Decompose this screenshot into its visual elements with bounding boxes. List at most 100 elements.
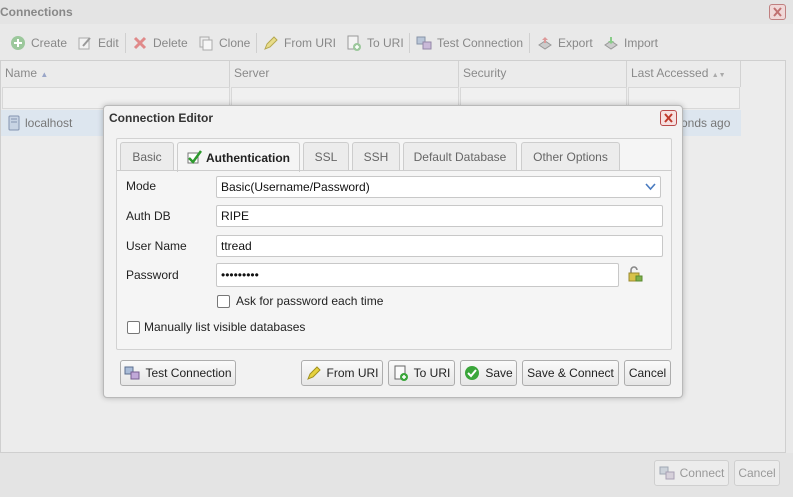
column-header-name[interactable]: Name ▲: [1, 61, 230, 87]
column-last-accessed-label: Last Accessed: [631, 66, 709, 80]
connection-editor-dialog: Connection Editor Basic Authentication S…: [103, 105, 683, 398]
network-test-icon: [416, 36, 432, 50]
sort-ascending-icon: ▲: [40, 70, 49, 79]
export-icon: [538, 37, 552, 50]
to-uri-button[interactable]: To URI: [346, 28, 404, 58]
user-name-input[interactable]: [216, 235, 663, 257]
column-header-last-accessed[interactable]: Last Accessed ▲▼: [627, 61, 741, 87]
dialog-cancel-button[interactable]: Cancel: [624, 360, 671, 386]
window-footer: Connect Cancel: [0, 453, 793, 497]
plus-circle-icon: [11, 36, 25, 50]
auth-db-input[interactable]: [216, 205, 663, 227]
column-header-security[interactable]: Security: [459, 61, 627, 87]
manual-list-checkbox[interactable]: [127, 321, 140, 334]
uri-pencil-icon: [306, 366, 321, 380]
column-header-server[interactable]: Server: [230, 61, 459, 87]
lock-icon: [628, 266, 643, 282]
connect-icon: [659, 466, 675, 480]
mode-select[interactable]: Basic(Username/Password): [216, 176, 661, 198]
import-label: Import: [624, 36, 659, 50]
from-uri-label: From URI: [284, 36, 336, 50]
tab-authentication-label: Authentication: [206, 150, 290, 165]
window-close-button[interactable]: [769, 4, 786, 20]
import-icon: [604, 37, 618, 50]
mode-label: Mode: [126, 179, 157, 193]
checkmark-icon: [187, 150, 202, 164]
chevron-down-icon: [645, 183, 656, 191]
ask-password-label: Ask for password each time: [236, 294, 384, 308]
window-cancel-label: Cancel: [738, 466, 776, 480]
window-title-bar: Connections: [0, 0, 793, 24]
edit-label: Edit: [98, 36, 119, 50]
connect-button[interactable]: Connect: [654, 460, 729, 486]
row-last-accessed: onds ago: [681, 116, 731, 130]
import-button[interactable]: Import: [603, 28, 658, 58]
check-circle-icon: [465, 366, 480, 380]
tab-ssl-label: SSL: [314, 149, 338, 164]
toolbar-divider: [409, 33, 410, 53]
unlock-password-button[interactable]: [627, 266, 643, 283]
password-value: •••••••••: [221, 268, 259, 282]
window-cancel-button[interactable]: Cancel: [734, 460, 780, 486]
close-icon: [664, 113, 673, 123]
ask-password-checkbox[interactable]: [217, 295, 230, 308]
create-button[interactable]: Create: [10, 28, 67, 58]
edit-button[interactable]: Edit: [77, 28, 119, 58]
password-input[interactable]: •••••••••: [216, 263, 619, 287]
tab-ssh-label: SSH: [363, 149, 389, 164]
clone-label: Clone: [219, 36, 251, 50]
user-name-label: User Name: [126, 239, 187, 253]
auth-db-label: Auth DB: [126, 209, 171, 223]
delete-x-icon: [133, 36, 147, 50]
tab-basic[interactable]: Basic: [120, 142, 174, 170]
export-label: Export: [558, 36, 593, 50]
column-security-label: Security: [463, 66, 507, 80]
connections-toolbar: Create Edit Delete Clone From URI To URI…: [0, 28, 793, 58]
save-label: Save: [485, 366, 513, 380]
tab-other-options[interactable]: Other Options: [521, 142, 620, 170]
toolbar-divider: [125, 33, 126, 53]
close-icon: [773, 7, 782, 17]
tab-default-database[interactable]: Default Database: [403, 142, 517, 170]
dialog-from-uri-button[interactable]: From URI: [301, 360, 383, 386]
tab-other-options-label: Other Options: [533, 149, 608, 164]
test-connection-button[interactable]: Test Connection: [120, 360, 236, 386]
tab-authentication[interactable]: Authentication: [177, 142, 300, 172]
editor-panel: Basic Authentication SSL SSH Default Dat…: [116, 138, 672, 350]
dialog-from-uri-label: From URI: [326, 366, 379, 380]
doc-plus-icon: [394, 365, 408, 381]
create-label: Create: [31, 36, 68, 50]
edit-icon: [78, 37, 91, 50]
dialog-title: Connection Editor: [109, 111, 213, 125]
test-connection-label: Test Connection: [437, 36, 524, 50]
dialog-cancel-label: Cancel: [628, 366, 667, 380]
test-connection-toolbar-button[interactable]: Test Connection: [416, 28, 523, 58]
test-connection-button-label: Test Connection: [145, 366, 232, 380]
tab-ssh[interactable]: SSH: [352, 142, 400, 170]
uri-pencil-icon: [264, 36, 278, 50]
sort-both-icon: ▲▼: [711, 72, 726, 79]
save-and-connect-label: Save & Connect: [527, 366, 614, 380]
doc-plus-icon: [347, 35, 361, 51]
column-name-label: Name: [5, 66, 38, 80]
delete-label: Delete: [153, 36, 188, 50]
mode-value: Basic(Username/Password): [221, 180, 370, 194]
tab-basic-label: Basic: [132, 149, 162, 164]
clone-button[interactable]: Clone: [198, 28, 250, 58]
to-uri-label: To URI: [367, 36, 404, 50]
row-name: localhost: [25, 116, 73, 130]
dialog-to-uri-label: To URI: [413, 366, 451, 380]
tab-ssl[interactable]: SSL: [303, 142, 349, 170]
from-uri-button[interactable]: From URI: [263, 28, 336, 58]
dialog-close-button[interactable]: [660, 110, 677, 126]
clone-icon: [199, 36, 213, 51]
toolbar-divider: [529, 33, 530, 53]
connect-label: Connect: [679, 466, 725, 480]
delete-button[interactable]: Delete: [132, 28, 188, 58]
server-icon: [8, 115, 20, 131]
save-button[interactable]: Save: [460, 360, 517, 386]
save-and-connect-button[interactable]: Save & Connect: [522, 360, 619, 386]
tab-default-database-label: Default Database: [413, 149, 507, 164]
export-button[interactable]: Export: [537, 28, 593, 58]
dialog-to-uri-button[interactable]: To URI: [388, 360, 455, 386]
